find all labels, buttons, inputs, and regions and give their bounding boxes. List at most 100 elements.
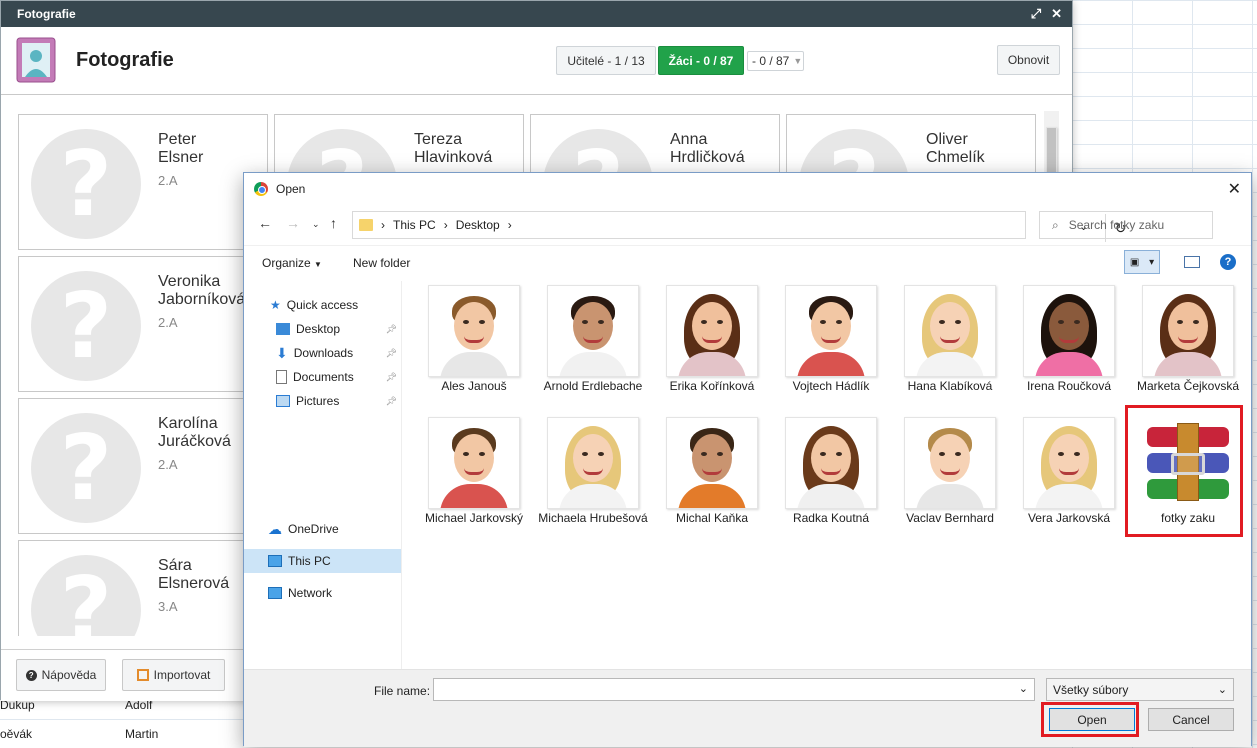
refresh-button[interactable]: Obnovit bbox=[997, 45, 1060, 75]
nav-desktop[interactable]: Desktop 📌︎ bbox=[244, 317, 401, 341]
child-portrait bbox=[791, 418, 871, 508]
card-last-name: Elsner bbox=[158, 149, 204, 166]
nav-label: Quick access bbox=[286, 298, 359, 312]
file-name: Hana Klabíková bbox=[907, 379, 993, 393]
card-last-name: Hlavinková bbox=[414, 149, 493, 166]
file-item[interactable]: Hana Klabíková bbox=[892, 285, 1008, 394]
card-last-name: Hrdličková bbox=[670, 149, 745, 166]
eye bbox=[598, 320, 604, 324]
new-folder-button[interactable]: New folder bbox=[353, 256, 410, 270]
forward-arrow-icon[interactable]: → bbox=[286, 215, 300, 231]
help-icon[interactable]: ? bbox=[1220, 254, 1236, 270]
eye bbox=[582, 452, 588, 456]
nav-label: OneDrive bbox=[288, 522, 339, 536]
help-icon: ? bbox=[25, 669, 37, 681]
shirt bbox=[440, 352, 508, 376]
nav-documents[interactable]: Documents 📌︎ bbox=[244, 365, 401, 389]
help-button[interactable]: ? Nápověda bbox=[16, 659, 106, 691]
nav-network[interactable]: Network bbox=[244, 581, 401, 605]
file-item[interactable]: Irena Roučková bbox=[1011, 285, 1127, 394]
preview-pane-icon[interactable] bbox=[1184, 256, 1200, 268]
chevron-right-icon: › bbox=[507, 218, 512, 232]
count-select[interactable]: - 0 / 87 ▼ bbox=[747, 51, 804, 71]
file-item[interactable]: Vaclav Bernhard bbox=[892, 417, 1008, 526]
recent-locations-icon[interactable]: ⌄ bbox=[312, 219, 320, 230]
file-list: Ales Janouš Arnold Erdlebache Erika Kořínk… bbox=[416, 285, 1246, 665]
file-item[interactable]: Michael Jarkovský bbox=[416, 417, 532, 526]
card-first-name: Peter bbox=[158, 131, 197, 148]
dialog-title: Open bbox=[276, 182, 306, 196]
close-icon[interactable]: ✕ bbox=[1051, 6, 1062, 22]
file-item[interactable]: Marketa Čejkovská bbox=[1130, 285, 1246, 394]
tab-teachers[interactable]: Učitelé - 1 / 13 bbox=[556, 46, 656, 75]
file-item[interactable]: Michal Kaňka bbox=[654, 417, 770, 526]
child-portrait bbox=[910, 418, 990, 508]
file-type-select[interactable]: Všetky súbory ⌄ bbox=[1046, 678, 1234, 701]
nav-this-pc[interactable]: This PC bbox=[244, 549, 401, 573]
child-portrait bbox=[553, 286, 633, 376]
back-arrow-icon[interactable]: ← bbox=[258, 215, 272, 231]
nav-downloads[interactable]: ⬇ Downloads 📌︎ bbox=[244, 341, 401, 365]
eye bbox=[701, 452, 707, 456]
large-icons-view-icon: ▣ bbox=[1129, 256, 1140, 268]
child-portrait bbox=[910, 286, 990, 376]
eye bbox=[479, 452, 485, 456]
student-card[interactable]: ? Veronika Jaborníková 2.A bbox=[18, 256, 268, 392]
cancel-button[interactable]: Cancel bbox=[1148, 708, 1234, 731]
photo-thumbnail bbox=[904, 417, 996, 509]
eye bbox=[1058, 320, 1064, 324]
view-options-button[interactable]: ▣ ▾ bbox=[1124, 250, 1160, 274]
eye bbox=[820, 320, 826, 324]
eye bbox=[955, 320, 961, 324]
child-portrait bbox=[1148, 286, 1228, 376]
eye bbox=[463, 452, 469, 456]
card-first-name: Anna bbox=[670, 131, 708, 148]
header: Fotografie Učitelé - 1 / 13 Žáci - 0 / 8… bbox=[1, 27, 1072, 95]
pin-icon: 📌︎ bbox=[385, 395, 397, 406]
file-item[interactable]: Vera Jarkovská bbox=[1011, 417, 1127, 526]
file-item[interactable]: Ales Janouš bbox=[416, 285, 532, 394]
close-icon[interactable]: ✕ bbox=[1228, 179, 1241, 199]
organize-button[interactable]: Organize ▼ bbox=[262, 256, 322, 270]
file-item[interactable]: Arnold Erdlebache bbox=[535, 285, 651, 394]
eye bbox=[479, 320, 485, 324]
chevron-right-icon: › bbox=[443, 218, 448, 232]
network-icon bbox=[268, 587, 282, 599]
file-item[interactable]: Vojtech Hádlík bbox=[773, 285, 889, 394]
search-icon: ⌕ bbox=[1052, 217, 1059, 232]
breadcrumb-desktop[interactable]: Desktop bbox=[456, 218, 500, 232]
file-item[interactable]: Radka Koutná bbox=[773, 417, 889, 526]
maximize-icon[interactable]: ⤢ bbox=[1031, 6, 1041, 22]
chevron-down-icon: ⌄ bbox=[1217, 684, 1227, 696]
file-name-input[interactable]: ⌄ bbox=[433, 678, 1035, 701]
star-icon: ★ bbox=[270, 298, 281, 312]
search-placeholder: Search fotky zaku bbox=[1068, 218, 1165, 232]
tab-students[interactable]: Žáci - 0 / 87 bbox=[658, 46, 744, 75]
document-icon bbox=[276, 370, 287, 384]
nav-onedrive[interactable]: ☁ OneDrive bbox=[244, 517, 401, 541]
student-card[interactable]: ? Peter Elsner 2.A bbox=[18, 114, 268, 250]
nav-quick-access[interactable]: ★ Quick access bbox=[244, 293, 401, 317]
student-card[interactable]: ? Karolína Juráčková 2.A bbox=[18, 398, 268, 534]
window-titlebar: Fotografie ⤢ ✕ bbox=[1, 1, 1072, 27]
eye bbox=[1074, 320, 1080, 324]
file-name: Vaclav Bernhard bbox=[906, 511, 994, 525]
chevron-down-icon[interactable]: ⌄ bbox=[1019, 682, 1028, 695]
address-bar[interactable]: › This PC › Desktop › ⌄ ↻ bbox=[352, 211, 1126, 242]
file-item[interactable]: Michaela Hrubešová bbox=[535, 417, 651, 526]
download-arrow-icon: ⬇ bbox=[276, 344, 288, 361]
nav-pictures[interactable]: Pictures 📌︎ bbox=[244, 389, 401, 413]
file-name: Ales Janouš bbox=[441, 379, 507, 393]
file-item[interactable]: Erika Kořínková bbox=[654, 285, 770, 394]
breadcrumb-this-pc[interactable]: This PC bbox=[393, 218, 436, 232]
student-card[interactable]: ? Sára Elsnerová 3.A bbox=[18, 540, 268, 636]
up-arrow-icon[interactable]: ↑ bbox=[330, 215, 337, 231]
chevron-down-icon: ▼ bbox=[793, 56, 803, 66]
nav-label: Documents bbox=[293, 370, 354, 384]
toolbar: Organize ▼ New folder ▣ ▾ ? bbox=[244, 245, 1251, 277]
import-button[interactable]: Importovat bbox=[122, 659, 225, 691]
pictures-icon bbox=[276, 395, 290, 407]
search-input[interactable]: ⌕ Search fotky zaku bbox=[1039, 211, 1213, 239]
nav-label: This PC bbox=[288, 554, 331, 568]
placeholder-avatar-icon: ? bbox=[31, 413, 141, 523]
